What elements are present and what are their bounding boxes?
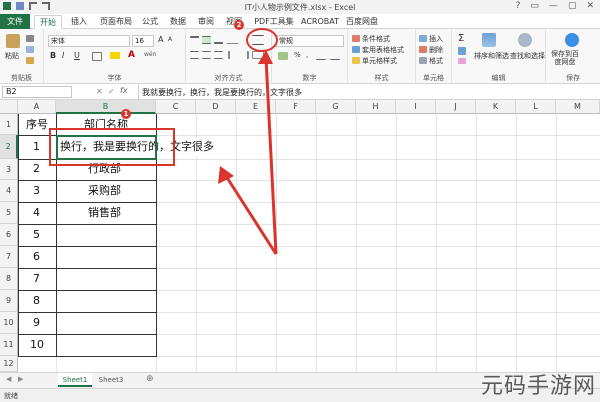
annotation-badge-2: 2 bbox=[234, 20, 244, 30]
annotation-badge-1: 1 bbox=[121, 109, 131, 119]
watermark: 元码手游网 bbox=[480, 374, 596, 399]
annotation-rect-cell bbox=[49, 128, 175, 166]
annotation-arrow-up-head bbox=[258, 50, 273, 64]
annotation-circle-wrap bbox=[246, 28, 278, 52]
annotation-arrow-cell-line bbox=[224, 175, 278, 255]
annotation-arrow-up-line bbox=[264, 57, 278, 255]
annotation-arrow-cell-head bbox=[218, 166, 234, 184]
annotation-overlay bbox=[49, 28, 278, 255]
